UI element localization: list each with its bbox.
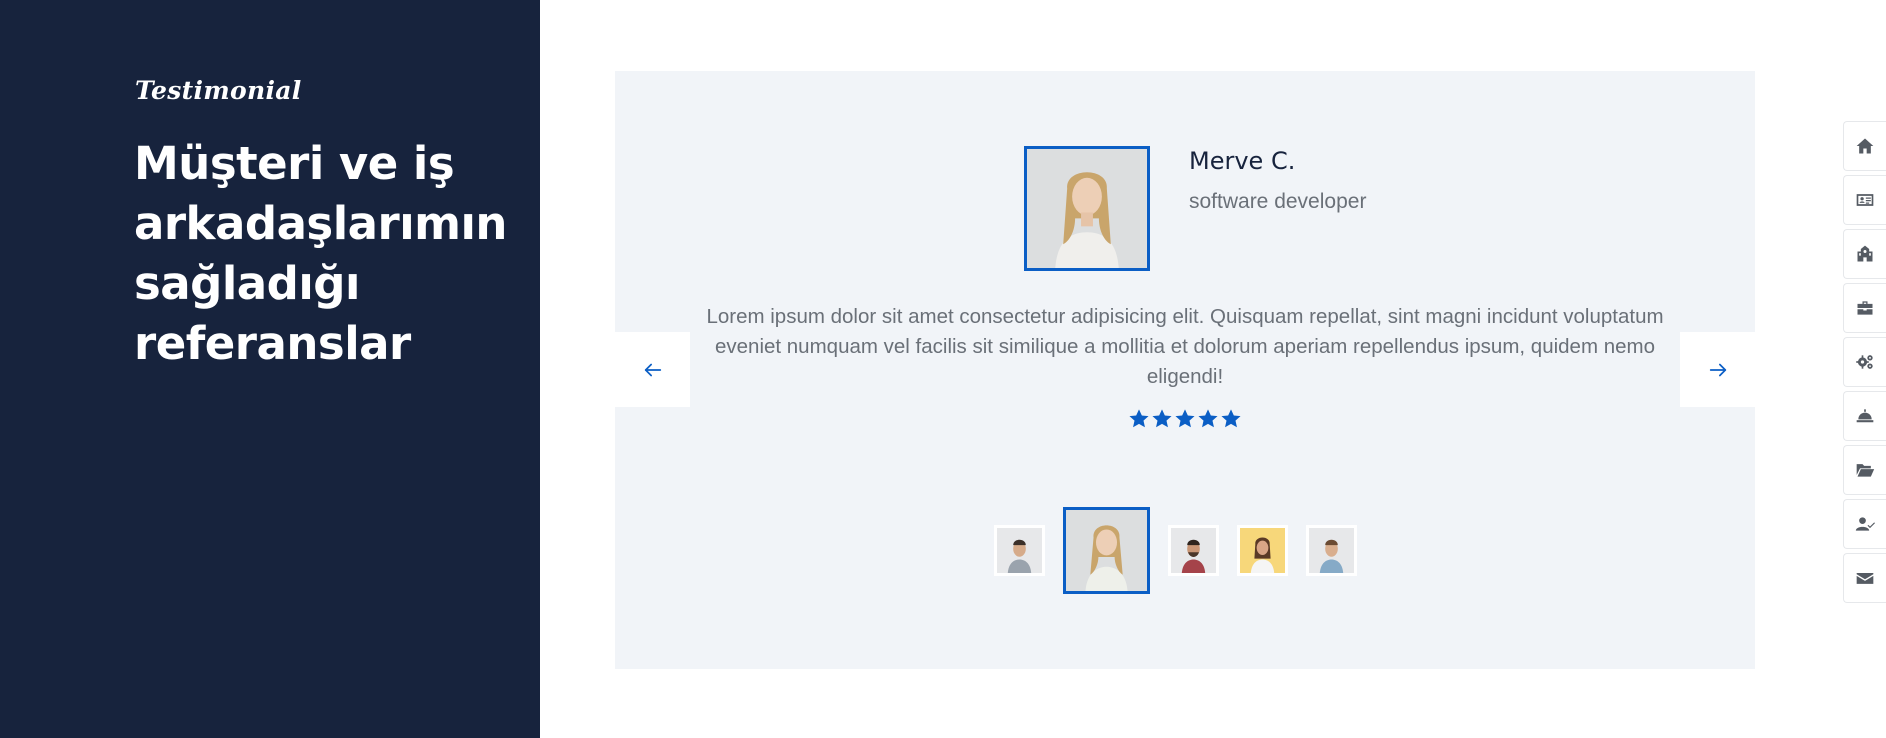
gears-icon bbox=[1856, 355, 1873, 369]
thumbnail[interactable] bbox=[1237, 525, 1288, 576]
person-name: Merve C. bbox=[1189, 147, 1296, 175]
prev-button[interactable] bbox=[615, 332, 690, 407]
side-menu-contact[interactable] bbox=[1843, 553, 1886, 603]
star-icon bbox=[1221, 409, 1241, 428]
thumbnail[interactable] bbox=[1306, 525, 1357, 576]
man-portrait-image bbox=[1309, 528, 1354, 573]
building-icon bbox=[1857, 245, 1873, 262]
side-menu-experience[interactable] bbox=[1843, 283, 1886, 333]
side-menu-portfolio[interactable] bbox=[1843, 445, 1886, 495]
arrow-left-icon bbox=[644, 363, 661, 376]
star-icon bbox=[1198, 409, 1218, 428]
home-icon bbox=[1856, 138, 1874, 154]
side-menu bbox=[1843, 121, 1886, 607]
star-icon bbox=[1152, 409, 1172, 428]
thumbnail[interactable] bbox=[1168, 525, 1219, 576]
envelope-icon bbox=[1856, 573, 1874, 584]
next-button[interactable] bbox=[1680, 332, 1755, 407]
side-menu-testimonials[interactable] bbox=[1843, 499, 1886, 549]
testimonial-photo bbox=[1024, 146, 1150, 271]
arrow-right-icon bbox=[1709, 363, 1726, 376]
side-menu-skills[interactable] bbox=[1843, 337, 1886, 387]
section-heading: Müşteri ve iş arkadaşlarımın sağladığı r… bbox=[134, 137, 507, 370]
thumbnail-active[interactable] bbox=[1063, 507, 1150, 594]
woman-portrait-image bbox=[1240, 528, 1285, 573]
side-menu-education[interactable] bbox=[1843, 229, 1886, 279]
user-check-icon bbox=[1855, 517, 1875, 531]
side-menu-home[interactable] bbox=[1843, 121, 1886, 171]
star-icon bbox=[1129, 409, 1149, 428]
thumbnail[interactable] bbox=[994, 525, 1045, 576]
folder-open-icon bbox=[1856, 464, 1875, 477]
person-role: software developer bbox=[1189, 190, 1367, 213]
side-menu-about[interactable] bbox=[1843, 175, 1886, 225]
man-portrait-image bbox=[997, 528, 1042, 573]
rating-stars bbox=[1128, 408, 1242, 430]
briefcase-icon bbox=[1857, 301, 1873, 315]
testimonial-quote: Lorem ipsum dolor sit amet consectetur a… bbox=[706, 305, 1664, 388]
man-portrait-image bbox=[1171, 528, 1216, 573]
id-card-icon bbox=[1856, 194, 1874, 206]
service-bell-icon bbox=[1856, 409, 1874, 423]
side-menu-services[interactable] bbox=[1843, 391, 1886, 441]
star-icon bbox=[1175, 409, 1195, 428]
woman-portrait-image bbox=[1027, 149, 1147, 268]
woman-portrait-image bbox=[1066, 510, 1147, 591]
section-eyebrow: Testimonial bbox=[135, 76, 302, 105]
